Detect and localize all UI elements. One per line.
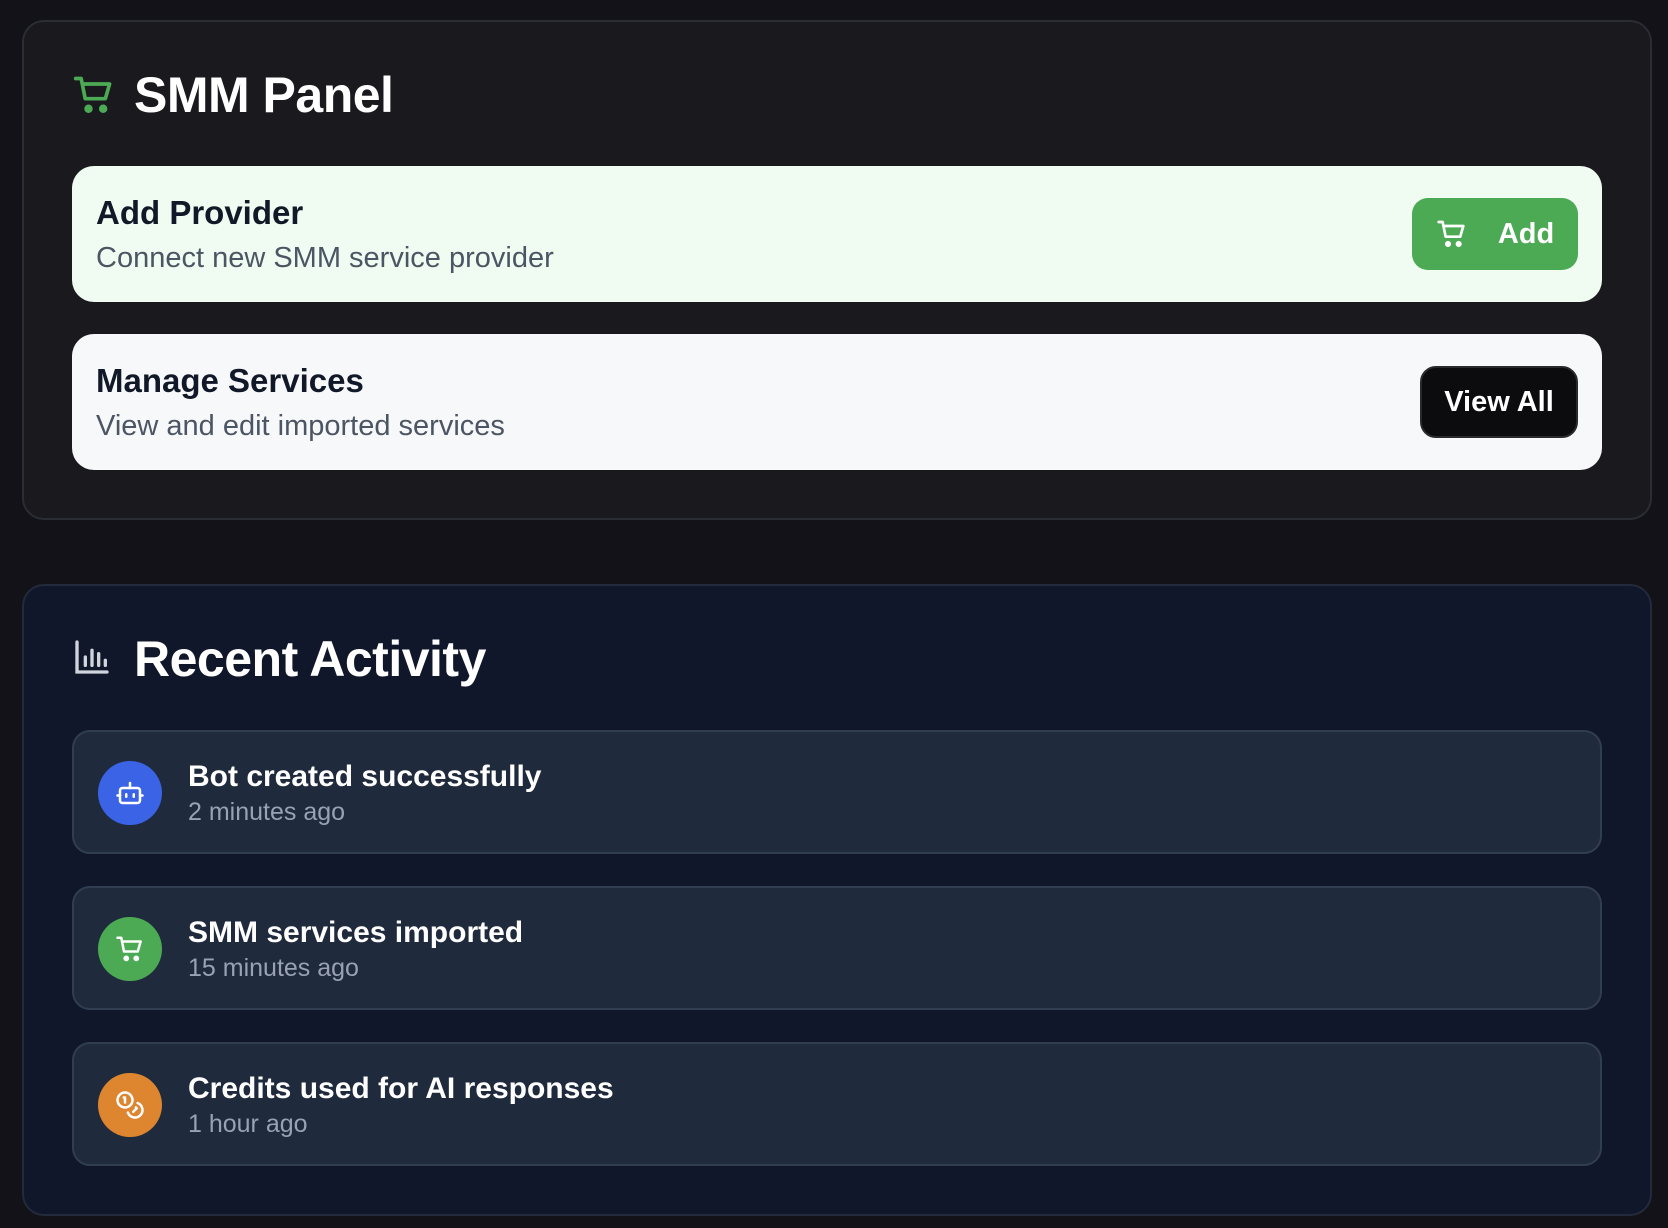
activity-item[interactable]: Bot created successfully 2 minutes ago [72, 730, 1602, 854]
activity-title: Bot created successfully [188, 760, 542, 793]
bar-chart-icon [72, 637, 116, 681]
add-provider-button[interactable]: Add [1412, 198, 1578, 270]
recent-activity-title: Recent Activity [134, 631, 486, 687]
cart-icon [1436, 218, 1468, 250]
view-all-label: View All [1444, 385, 1554, 418]
view-all-button[interactable]: View All [1420, 366, 1578, 438]
cart-icon [98, 917, 162, 981]
activity-title: SMM services imported [188, 916, 524, 949]
activity-time: 1 hour ago [188, 1110, 308, 1138]
add-button-label: Add [1497, 217, 1555, 250]
page: SMM Panel Add Provider Connect new SMM s… [0, 0, 1668, 1228]
add-provider-card: Add Provider Connect new SMM service pro… [72, 166, 1602, 302]
activity-item[interactable]: Credits used for AI responses 1 hour ago [72, 1042, 1602, 1166]
smm-panel-title: SMM Panel [134, 67, 394, 123]
manage-services-title: Manage Services [96, 362, 364, 399]
manage-services-subtitle: View and edit imported services [96, 410, 505, 442]
activity-title: Credits used for AI responses [188, 1072, 614, 1105]
coins-icon [98, 1073, 162, 1137]
add-provider-title: Add Provider [96, 194, 304, 231]
add-provider-subtitle: Connect new SMM service provider [96, 242, 554, 274]
activity-item[interactable]: SMM services imported 15 minutes ago [72, 886, 1602, 1010]
bot-icon [98, 761, 162, 825]
activity-time: 2 minutes ago [188, 798, 346, 826]
manage-services-card: Manage Services View and edit imported s… [72, 334, 1602, 470]
activity-time: 15 minutes ago [188, 954, 359, 982]
recent-activity-section: Recent Activity Bot created successfully… [22, 584, 1652, 1216]
cart-icon [72, 73, 116, 117]
recent-activity-header: Recent Activity [72, 630, 486, 688]
smm-panel-section: SMM Panel Add Provider Connect new SMM s… [22, 20, 1652, 520]
smm-panel-header: SMM Panel [72, 66, 394, 124]
